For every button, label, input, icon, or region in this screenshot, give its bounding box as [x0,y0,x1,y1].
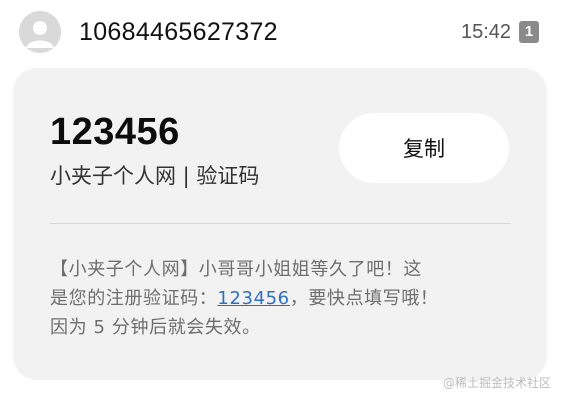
message-body: 【小夹子个人网】小哥哥小姐姐等久了吧！这 是您的注册验证码：123456，要快点… [50,255,520,342]
message-line-3: 因为 5 分钟后就会失效。 [50,317,261,338]
sender-number: 10684465627372 [79,18,278,46]
message-time: 15:42 [461,21,512,43]
person-icon [19,11,61,53]
watermark: @稀土掘金技术社区 [442,376,551,390]
sim-badge: 1 [519,21,539,43]
message-line-1: 【小夹子个人网】小哥哥小姐姐等久了吧！这 [50,259,422,280]
message-line-2-suffix: ，要快点填写哦！ [289,288,439,309]
message-card: 123456 小夹子个人网 | 验证码 复制 【小夹子个人网】小哥哥小姐姐等久了… [13,68,547,380]
avatar[interactable] [19,11,61,53]
conversation-header: 10684465627372 15:42 1 [0,0,561,66]
code-source-label: 小夹子个人网 | 验证码 [50,164,260,188]
verification-code: 123456 [50,111,180,153]
message-line-2-prefix: 是您的注册验证码： [50,288,218,309]
divider [50,223,510,224]
copy-button[interactable]: 复制 [339,113,509,183]
code-link[interactable]: 123456 [217,288,289,309]
message-line-2: 是您的注册验证码：123456，要快点填写哦！ [50,284,520,313]
